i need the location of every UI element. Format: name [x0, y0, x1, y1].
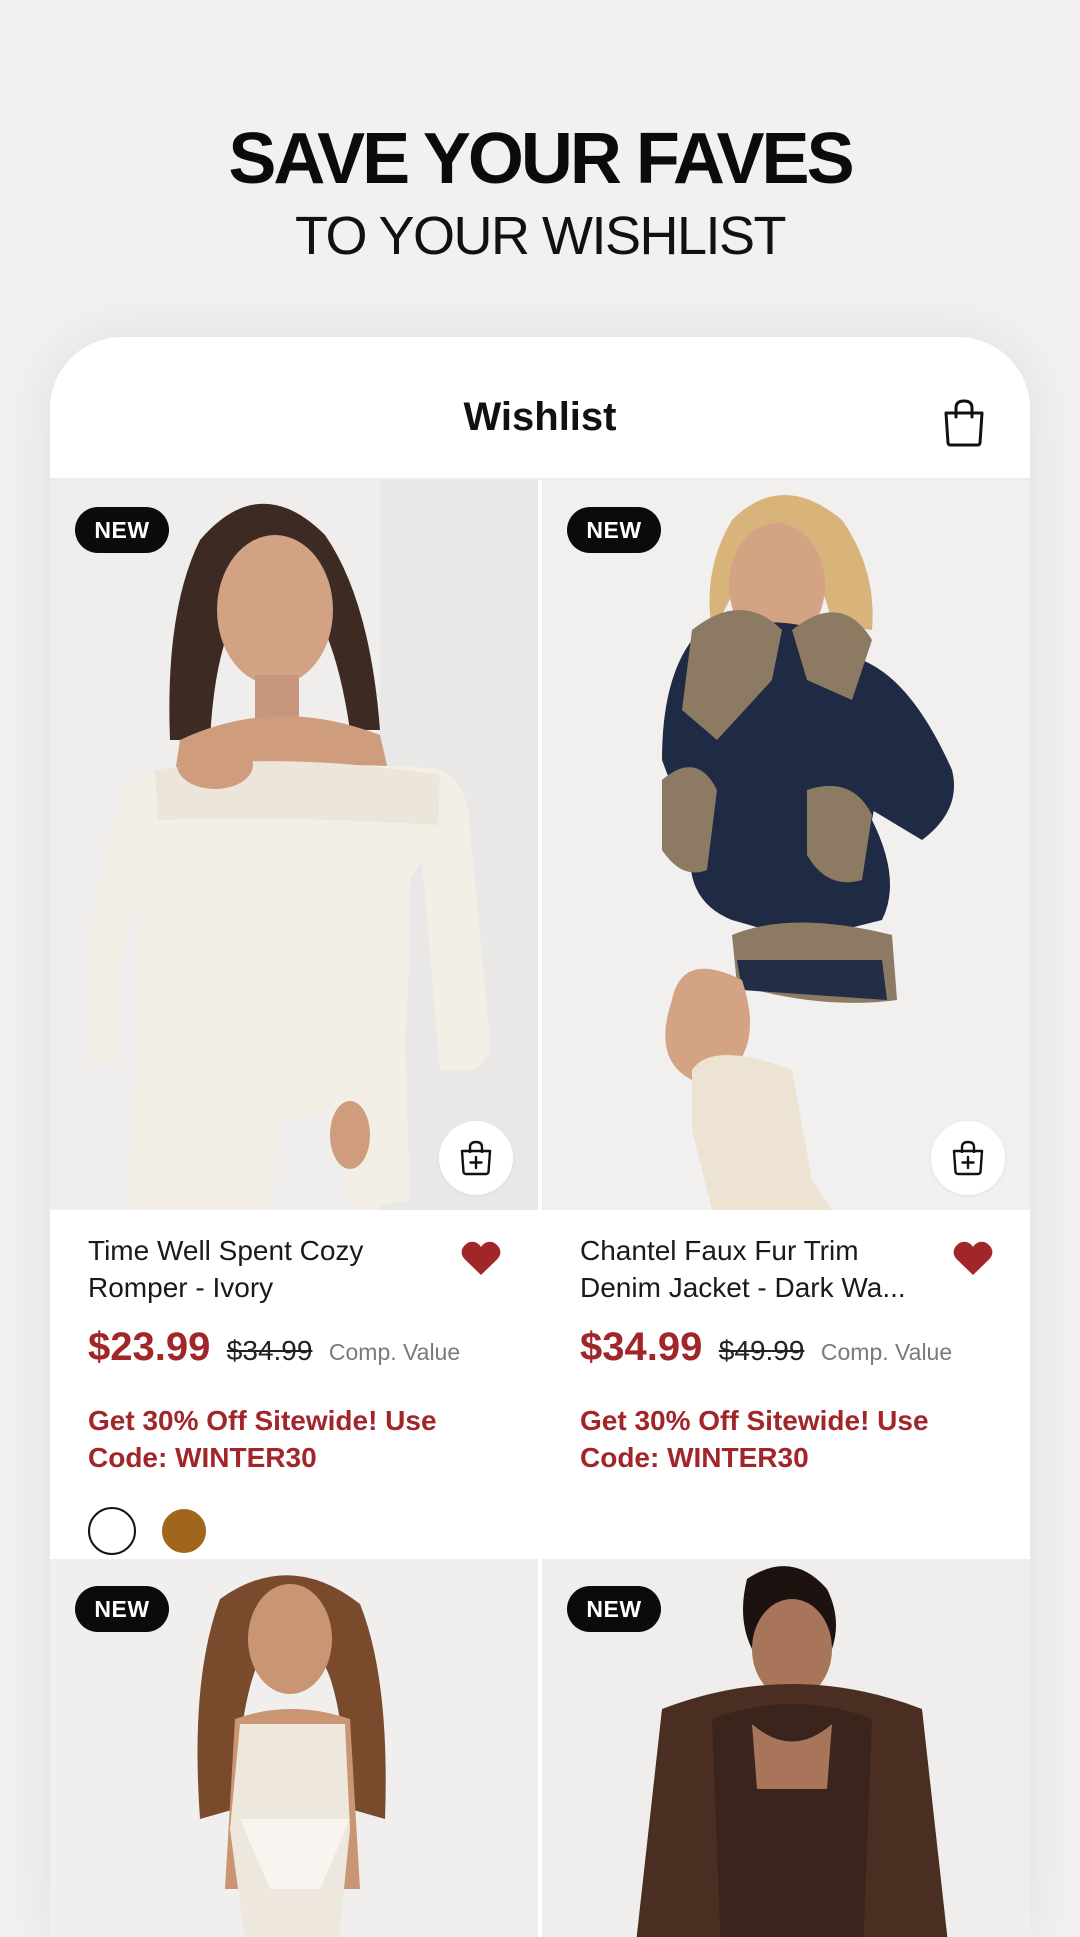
- page-title: Wishlist: [463, 395, 617, 439]
- product-card[interactable]: NEW: [50, 1559, 538, 1937]
- promo-title: SAVE YOUR FAVES: [228, 119, 854, 199]
- product-card[interactable]: NEW Chantel Faux Fur Trim Denim Jacket -…: [542, 480, 1030, 1560]
- original-price: $34.99: [226, 1335, 313, 1366]
- product-image-jacket[interactable]: [542, 480, 1030, 1210]
- new-badge: NEW: [567, 1586, 661, 1632]
- add-to-bag-button[interactable]: [931, 1121, 1005, 1195]
- product-card[interactable]: NEW: [542, 1559, 1030, 1937]
- new-badge: NEW: [567, 507, 661, 553]
- promo-banner: SAVE YOUR FAVES TO YOUR WISHLIST: [0, 0, 1080, 300]
- comp-value-label: Comp. Value: [820, 1339, 953, 1365]
- phone-frame: Wishlist NEW Time Well Spent Cozy Romper…: [50, 337, 1030, 1937]
- add-to-bag-button[interactable]: [439, 1121, 513, 1195]
- product-name[interactable]: Chantel Faux Fur Trim Denim Jacket - Dar…: [580, 1232, 920, 1306]
- bag-plus-icon: [460, 1140, 492, 1176]
- new-badge: NEW: [75, 1586, 169, 1632]
- promo-message: Get 30% Off Sitewide! Use Code: WINTER30: [580, 1405, 929, 1473]
- original-price: $49.99: [718, 1335, 805, 1366]
- product-info: Chantel Faux Fur Trim Denim Jacket - Dar…: [542, 1210, 1030, 1560]
- new-badge: NEW: [75, 507, 169, 553]
- color-swatch-ivory[interactable]: [88, 1507, 136, 1555]
- color-swatch-brown[interactable]: [160, 1507, 208, 1555]
- price-row: $34.99 $49.99 Comp. Value: [580, 1325, 952, 1370]
- product-info: Time Well Spent Cozy Romper - Ivory $23.…: [50, 1210, 538, 1560]
- wishlist-heart-icon[interactable]: [952, 1238, 994, 1278]
- product-name[interactable]: Time Well Spent Cozy Romper - Ivory: [88, 1232, 428, 1306]
- promo-message: Get 30% Off Sitewide! Use Code: WINTER30: [88, 1405, 437, 1473]
- app-header: Wishlist: [50, 337, 1030, 480]
- sale-price: $23.99: [88, 1325, 211, 1369]
- shopping-bag-icon[interactable]: [938, 397, 990, 449]
- wishlist-heart-icon[interactable]: [460, 1238, 502, 1278]
- product-image-romper[interactable]: [50, 480, 538, 1210]
- price-row: $23.99 $34.99 Comp. Value: [88, 1325, 460, 1370]
- sale-price: $34.99: [580, 1325, 703, 1369]
- bag-plus-icon: [952, 1140, 984, 1176]
- product-card[interactable]: NEW Time Well Spent Cozy Romper - Ivory …: [50, 480, 538, 1560]
- promo-subtitle: TO YOUR WISHLIST: [294, 206, 787, 266]
- comp-value-label: Comp. Value: [328, 1339, 461, 1365]
